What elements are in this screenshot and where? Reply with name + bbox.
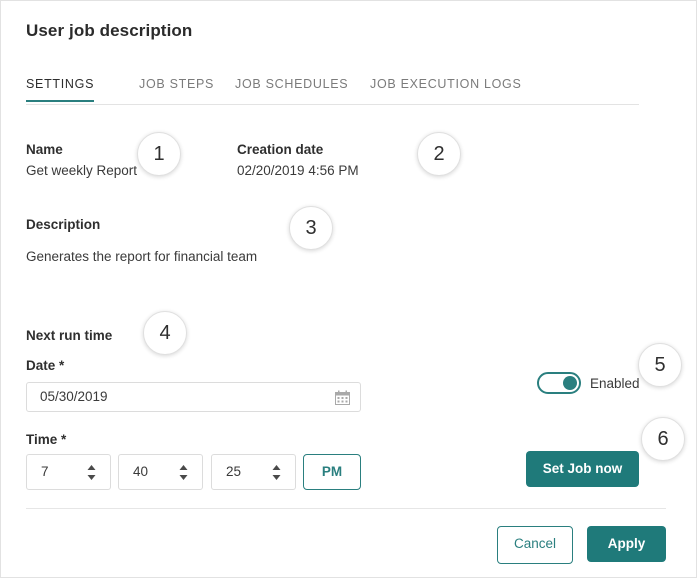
minute-stepper[interactable]: 40 bbox=[118, 454, 203, 490]
ampm-toggle-button[interactable]: PM bbox=[303, 454, 361, 490]
enabled-toggle[interactable] bbox=[537, 372, 581, 394]
date-label: Date * bbox=[26, 358, 65, 373]
next-run-time-label: Next run time bbox=[26, 328, 113, 343]
date-input[interactable]: 05/30/2019 bbox=[26, 382, 361, 412]
callout-badge-5: 5 bbox=[638, 343, 682, 387]
description-label: Description bbox=[26, 217, 101, 232]
callout-badge-3: 3 bbox=[289, 206, 333, 250]
callout-badge-2: 2 bbox=[417, 132, 461, 176]
tab-job-steps[interactable]: JOB STEPS bbox=[139, 77, 214, 100]
second-stepper[interactable]: 25 bbox=[211, 454, 296, 490]
enabled-toggle-label: Enabled bbox=[590, 375, 640, 391]
date-input-value: 05/30/2019 bbox=[40, 389, 108, 404]
callout-badge-6: 6 bbox=[641, 417, 685, 461]
minute-spinner-arrows-icon[interactable] bbox=[178, 464, 189, 481]
name-label: Name bbox=[26, 142, 63, 157]
set-job-now-button[interactable]: Set Job now bbox=[526, 451, 639, 487]
minute-value: 40 bbox=[133, 464, 149, 479]
name-value: Get weekly Report bbox=[26, 163, 138, 178]
toggle-knob bbox=[563, 376, 577, 390]
apply-button[interactable]: Apply bbox=[587, 526, 666, 562]
tab-job-schedules[interactable]: JOB SCHEDULES bbox=[235, 77, 348, 100]
tab-job-execution-logs[interactable]: JOB EXECUTION LOGS bbox=[370, 77, 522, 100]
cancel-button[interactable]: Cancel bbox=[497, 526, 573, 564]
second-value: 25 bbox=[226, 464, 242, 479]
enabled-toggle-group[interactable]: Enabled bbox=[537, 372, 640, 394]
footer-divider bbox=[26, 508, 666, 509]
hour-stepper[interactable]: 7 bbox=[26, 454, 111, 490]
user-job-description-panel: User job description SETTINGS JOB STEPS … bbox=[0, 0, 697, 578]
tab-settings[interactable]: SETTINGS bbox=[26, 77, 95, 102]
creation-date-value: 02/20/2019 4:56 PM bbox=[237, 163, 359, 178]
tab-bar: SETTINGS JOB STEPS JOB SCHEDULES JOB EXE… bbox=[26, 77, 639, 105]
description-value: Generates the report for financial team bbox=[26, 249, 258, 264]
second-spinner-arrows-icon[interactable] bbox=[271, 464, 282, 481]
creation-date-label: Creation date bbox=[237, 142, 324, 157]
calendar-icon[interactable] bbox=[335, 390, 350, 405]
callout-badge-1: 1 bbox=[137, 132, 181, 176]
hour-value: 7 bbox=[41, 464, 49, 479]
callout-badge-4: 4 bbox=[143, 311, 187, 355]
page-title: User job description bbox=[26, 21, 193, 40]
hour-spinner-arrows-icon[interactable] bbox=[86, 464, 97, 481]
time-label: Time * bbox=[26, 432, 67, 447]
